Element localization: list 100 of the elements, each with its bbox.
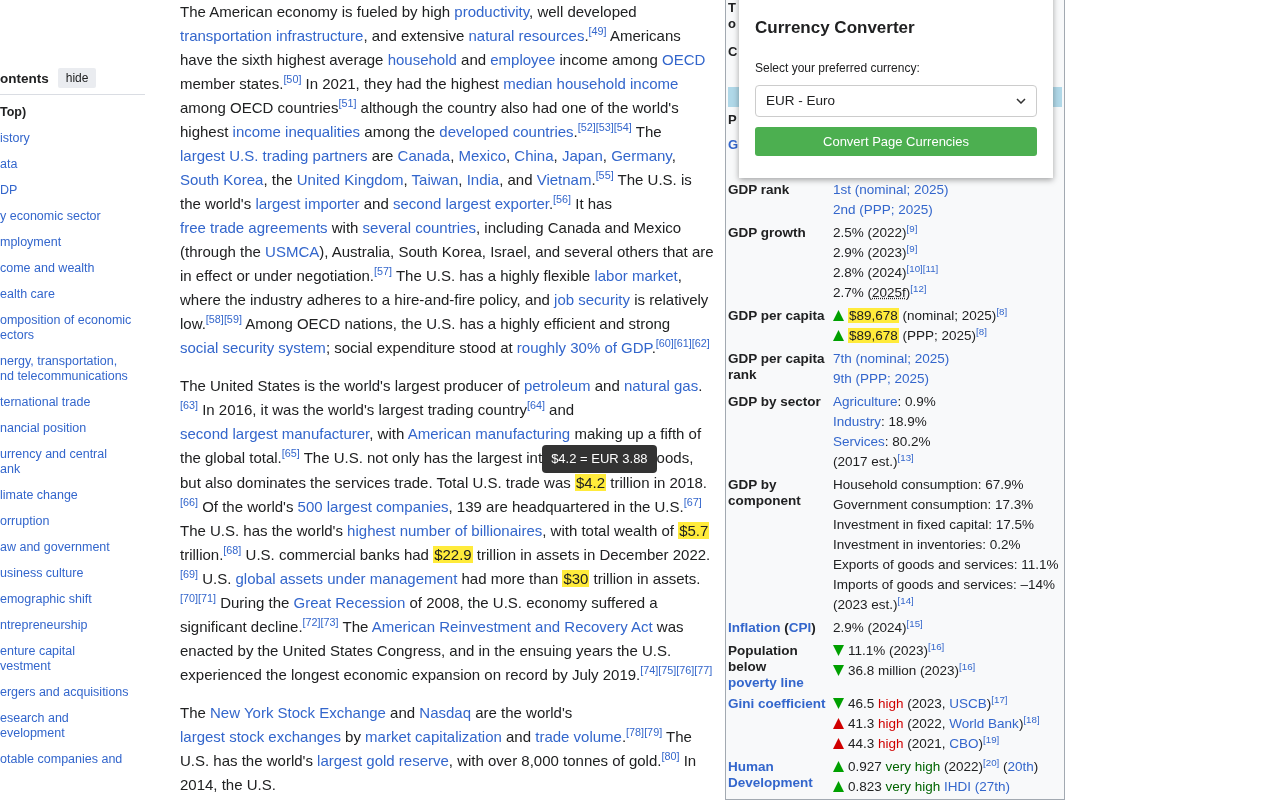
citation-link[interactable]: [15] bbox=[906, 617, 923, 629]
link[interactable]: G bbox=[728, 137, 739, 152]
link[interactable]: 2nd (PPP; 2025) bbox=[833, 202, 933, 217]
link[interactable]: several countries bbox=[362, 219, 476, 236]
citation-link[interactable]: [62] bbox=[691, 337, 710, 349]
link[interactable]: OECD bbox=[662, 51, 706, 68]
link[interactable]: Services bbox=[833, 434, 885, 449]
toc-link[interactable]: aw and government bbox=[0, 540, 145, 555]
link[interactable]: American Reinvestment and Recovery Act bbox=[371, 618, 653, 636]
citation-link[interactable]: [71] bbox=[198, 592, 217, 605]
citation-link[interactable]: [58] bbox=[205, 313, 224, 325]
link[interactable]: Agriculture bbox=[833, 394, 898, 409]
citation-link[interactable]: [66] bbox=[180, 496, 198, 509]
link[interactable]: USCB bbox=[949, 696, 987, 711]
toc-link[interactable]: usiness culture bbox=[0, 566, 145, 581]
citation-link[interactable]: [57] bbox=[374, 265, 393, 277]
link[interactable]: Human Development bbox=[728, 759, 833, 791]
citation-link[interactable]: [56] bbox=[553, 193, 572, 205]
link[interactable]: Nasdaq bbox=[419, 704, 472, 722]
toc-link[interactable]: come and wealth bbox=[0, 261, 145, 276]
toc-link[interactable]: mployment bbox=[0, 235, 145, 250]
toc-link[interactable]: y economic sector bbox=[0, 209, 145, 224]
citation-link[interactable]: [53] bbox=[595, 121, 614, 133]
link[interactable]: global assets under management bbox=[235, 570, 458, 588]
link[interactable]: largest gold reserve bbox=[317, 752, 449, 770]
citation-link[interactable]: [68] bbox=[223, 544, 242, 557]
link[interactable]: trade volume bbox=[535, 728, 622, 746]
citation-link[interactable]: [55] bbox=[595, 169, 614, 181]
toc-link[interactable]: ergers and acquisitions bbox=[0, 685, 145, 700]
link[interactable]: largest stock exchanges bbox=[180, 728, 341, 746]
citation-link[interactable]: [77] bbox=[694, 664, 713, 677]
citation-link[interactable]: [13] bbox=[897, 451, 914, 463]
toc-link[interactable]: nancial position bbox=[0, 421, 145, 436]
link[interactable]: poverty line bbox=[728, 675, 804, 691]
citation-link[interactable]: [78] bbox=[626, 726, 645, 739]
citation-link[interactable]: [17] bbox=[991, 693, 1008, 705]
citation-link[interactable]: [61] bbox=[673, 337, 692, 349]
link[interactable]: South Korea bbox=[180, 171, 264, 188]
citation-link[interactable]: [64] bbox=[526, 399, 545, 411]
link[interactable]: household bbox=[387, 51, 457, 68]
link[interactable]: United Kingdom bbox=[296, 171, 404, 188]
citation-link[interactable]: [9] bbox=[906, 242, 918, 254]
citation-link[interactable]: [50] bbox=[283, 73, 302, 85]
citation-link[interactable]: [73] bbox=[320, 616, 339, 629]
citation-link[interactable]: [19] bbox=[983, 733, 1000, 745]
link[interactable]: USMCA bbox=[265, 243, 320, 260]
citation-link[interactable]: [20] bbox=[983, 756, 1000, 768]
toc-link[interactable]: esearch and evelopment bbox=[0, 711, 145, 741]
link[interactable]: developed countries bbox=[439, 123, 574, 140]
link[interactable]: market capitalization bbox=[365, 728, 502, 746]
citation-link[interactable]: [63] bbox=[180, 399, 198, 411]
citation-link[interactable]: [18] bbox=[1023, 713, 1040, 725]
link[interactable]: American manufacturing bbox=[407, 425, 571, 442]
citation-link[interactable]: [76] bbox=[676, 664, 695, 677]
citation-link[interactable]: [12] bbox=[910, 282, 927, 294]
citation-link[interactable]: [75] bbox=[658, 664, 677, 677]
link[interactable]: Germany bbox=[611, 147, 672, 164]
citation-link[interactable]: [74] bbox=[640, 664, 659, 677]
link[interactable]: largest U.S. trading partners bbox=[180, 147, 368, 164]
hide-button[interactable]: hide bbox=[57, 68, 97, 88]
link[interactable]: Japan bbox=[561, 147, 603, 164]
citation-link[interactable]: [11] bbox=[922, 262, 939, 274]
link[interactable]: social security system bbox=[180, 339, 326, 356]
citation-link[interactable]: [16] bbox=[928, 640, 945, 652]
toc-link[interactable]: ntrepreneurship bbox=[0, 618, 145, 633]
toc-link[interactable]: ternational trade bbox=[0, 395, 145, 410]
toc-link[interactable]: DP bbox=[0, 183, 145, 198]
link[interactable]: 1st (nominal; 2025) bbox=[833, 182, 949, 197]
toc-link[interactable]: ata bbox=[0, 157, 145, 172]
link[interactable]: Inflation bbox=[728, 620, 781, 636]
citation-link[interactable]: [70] bbox=[180, 592, 198, 605]
toc-link[interactable]: orruption bbox=[0, 514, 145, 529]
citation-link[interactable]: [8] bbox=[996, 305, 1008, 317]
toc-link[interactable]: istory bbox=[0, 131, 145, 146]
link[interactable]: transportation infrastructure bbox=[180, 27, 364, 44]
citation-link[interactable]: [72] bbox=[302, 616, 321, 629]
citation-link[interactable]: [79] bbox=[644, 726, 663, 739]
link[interactable]: 20th bbox=[1007, 759, 1034, 774]
citation-link[interactable]: [8] bbox=[976, 325, 987, 337]
link[interactable]: labor market bbox=[594, 267, 678, 284]
link[interactable]: median household income bbox=[503, 75, 679, 92]
link[interactable]: free trade agreements bbox=[180, 219, 328, 236]
toc-link[interactable]: limate change bbox=[0, 488, 145, 503]
link[interactable]: Vietnam bbox=[536, 171, 592, 188]
toc-link[interactable]: omposition of economic ectors bbox=[0, 313, 145, 343]
link[interactable]: CPI bbox=[788, 620, 812, 636]
citation-link[interactable]: [69] bbox=[180, 568, 198, 581]
citation-link[interactable]: [80] bbox=[661, 750, 680, 763]
link[interactable]: China bbox=[514, 147, 554, 164]
toc-link[interactable]: emographic shift bbox=[0, 592, 145, 607]
link[interactable]: income inequalities bbox=[232, 123, 361, 140]
citation-link[interactable]: [60] bbox=[655, 337, 674, 349]
link[interactable]: second largest manufacturer bbox=[180, 425, 370, 442]
link[interactable]: second largest exporter bbox=[393, 195, 549, 212]
link[interactable]: roughly 30% of GDP bbox=[516, 339, 652, 356]
currency-select[interactable]: EUR - Euro bbox=[755, 85, 1037, 117]
toc-link[interactable]: otable companies and bbox=[0, 752, 145, 767]
citation-link[interactable]: [49] bbox=[588, 25, 607, 37]
citation-link[interactable]: [51] bbox=[338, 97, 357, 109]
citation-link[interactable]: [67] bbox=[683, 496, 702, 509]
